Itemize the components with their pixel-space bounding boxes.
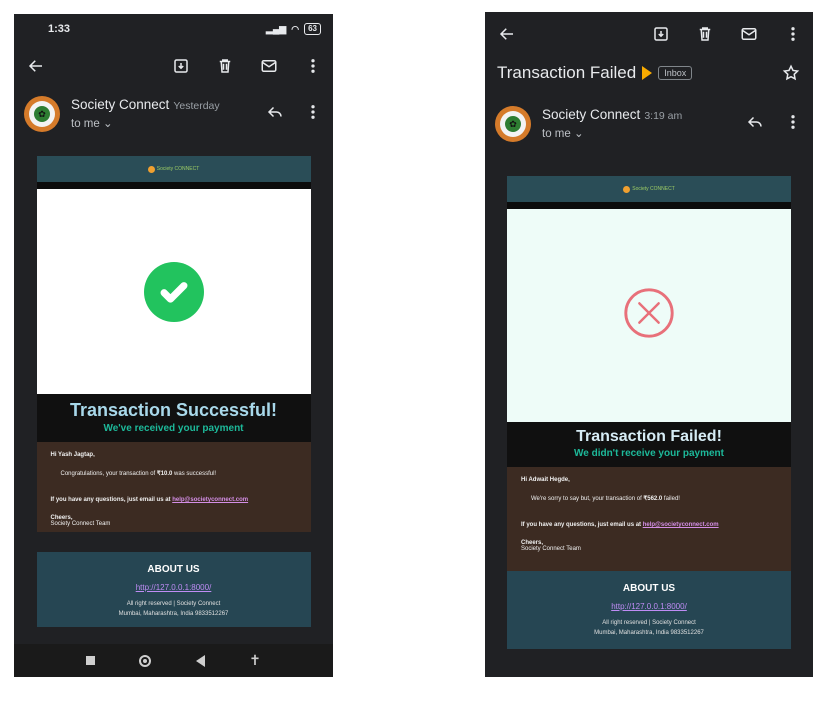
recipient-details[interactable]: to me ⌄ [71, 116, 265, 130]
about-section: ABOUT US http://127.0.0.1:8000/ All righ… [36, 552, 311, 627]
team-name: Society Connect Team [50, 521, 111, 527]
email-subject: Transaction Failed [497, 63, 637, 82]
inbox-label[interactable]: Inbox [658, 66, 693, 80]
more-vert-icon[interactable] [303, 102, 323, 122]
checkmark-icon [143, 261, 204, 322]
amount: ₹10.0 [156, 471, 173, 477]
rights-text: All right reserved | Society Connect [126, 601, 221, 607]
email-body: Society CONNECT Transaction Successful! … [36, 156, 311, 627]
reply-icon[interactable] [265, 102, 285, 122]
logo-icon [623, 185, 631, 193]
more-vert-icon[interactable] [783, 24, 803, 44]
logo-text: Society CONNECT [156, 166, 200, 172]
sender-time: Yesterday [173, 100, 220, 112]
email-header-logo: Society CONNECT [36, 156, 311, 182]
cross-circle-icon [620, 284, 678, 347]
amount: ₹562.0 [643, 496, 663, 502]
status-bar: 1:33 ▂▄▆ ◠ 63 [14, 14, 333, 44]
avatar[interactable]: ✿ [24, 96, 60, 132]
wifi-icon: ◠ [291, 23, 300, 34]
status-banner: Transaction Successful! We've received y… [36, 394, 311, 442]
success-hero [36, 189, 311, 394]
back-arrow-icon[interactable] [26, 56, 46, 76]
more-vert-icon[interactable] [783, 112, 803, 132]
questions-line: If you have any questions, just email us… [521, 522, 719, 528]
about-title: ABOUT US [622, 583, 676, 594]
sender-name[interactable]: Society Connect [542, 107, 640, 122]
chevron-down-icon: ⌄ [573, 128, 584, 140]
archive-icon[interactable] [171, 56, 191, 76]
about-link[interactable]: http://127.0.0.1:8000/ [37, 583, 311, 592]
delete-icon[interactable] [215, 56, 235, 76]
home-icon[interactable] [139, 654, 152, 667]
avatar[interactable]: ✿ [495, 106, 531, 142]
transaction-message: We're sorry to say but, your transaction… [531, 496, 680, 502]
accessibility-icon[interactable]: ✝ [249, 652, 261, 669]
sender-time: 3:19 am [644, 110, 683, 122]
transaction-message: Congratulations, your transaction of ₹10… [60, 471, 217, 477]
important-marker-icon[interactable] [642, 66, 653, 80]
recipient-details[interactable]: to me ⌄ [542, 126, 745, 140]
team-name: Society Connect Team [521, 546, 581, 552]
email-header-logo: Society CONNECT [507, 176, 791, 202]
email-body: Society CONNECT Transaction Failed! We d… [507, 176, 791, 649]
transaction-subtitle: We've received your payment [103, 423, 244, 434]
transaction-title: Transaction Successful! [69, 400, 278, 420]
back-icon[interactable] [195, 654, 205, 667]
phone-screen-success: 1:33 ▂▄▆ ◠ 63 ✿ Society Connect Yesterday… [14, 14, 333, 677]
battery-icon: 63 [304, 23, 321, 35]
mark-unread-icon[interactable] [739, 24, 759, 44]
greeting: Hi Adwait Hegde, [521, 477, 570, 483]
back-arrow-icon[interactable] [497, 24, 517, 44]
support-email-link[interactable]: help@societyconnect.com [643, 522, 719, 528]
address-text: Mumbai, Maharashtra, India 9833512267 [118, 611, 229, 617]
more-vert-icon[interactable] [303, 56, 323, 76]
recents-icon[interactable] [86, 656, 96, 665]
greeting: Hi Yash Jagtap, [50, 452, 95, 458]
email-toolbar [485, 12, 813, 56]
phone-screen-failed: Transaction Failed Inbox ✿ Society Conne… [485, 12, 813, 677]
subject-row: Transaction Failed Inbox [485, 56, 813, 90]
transaction-title: Transaction Failed! [576, 428, 722, 445]
sender-row: ✿ Society Connect 3:19 am to me ⌄ [485, 90, 813, 164]
about-title: ABOUT US [147, 564, 200, 575]
failed-hero [507, 209, 791, 422]
sender-name[interactable]: Society Connect [71, 97, 169, 112]
about-link[interactable]: http://127.0.0.1:8000/ [507, 602, 791, 611]
logo-icon [147, 165, 155, 173]
chevron-down-icon: ⌄ [102, 118, 113, 130]
society-logo-icon: ✿ [505, 116, 521, 132]
logo-text: Society CONNECT [632, 186, 675, 192]
status-icons: ▂▄▆ ◠ 63 [266, 23, 321, 35]
questions-line: If you have any questions, just email us… [50, 497, 249, 503]
sender-row: ✿ Society Connect Yesterday to me ⌄ [14, 88, 333, 154]
message-section: Hi Yash Jagtap, Congratulations, your tr… [36, 442, 311, 532]
recipient-label: to me [71, 118, 100, 130]
support-email-link[interactable]: help@societyconnect.com [172, 497, 248, 503]
system-nav-bar: ✝ [14, 644, 333, 677]
address-text: Mumbai, Maharashtra, India 9833512267 [594, 630, 704, 636]
status-banner: Transaction Failed! We didn't receive yo… [507, 422, 791, 467]
star-icon[interactable] [781, 63, 801, 83]
recipient-label: to me [542, 128, 571, 140]
message-section: Hi Adwait Hegde, We're sorry to say but,… [507, 467, 791, 571]
rights-text: All right reserved | Society Connect [602, 620, 696, 626]
email-toolbar [14, 44, 333, 88]
status-time: 1:33 [48, 23, 71, 35]
delete-icon[interactable] [695, 24, 715, 44]
society-logo-icon: ✿ [34, 106, 50, 122]
mark-unread-icon[interactable] [259, 56, 279, 76]
archive-icon[interactable] [651, 24, 671, 44]
reply-icon[interactable] [745, 112, 765, 132]
signal-icon: ▂▄▆ [266, 23, 287, 34]
about-section: ABOUT US http://127.0.0.1:8000/ All righ… [507, 571, 791, 649]
transaction-subtitle: We didn't receive your payment [573, 448, 724, 459]
